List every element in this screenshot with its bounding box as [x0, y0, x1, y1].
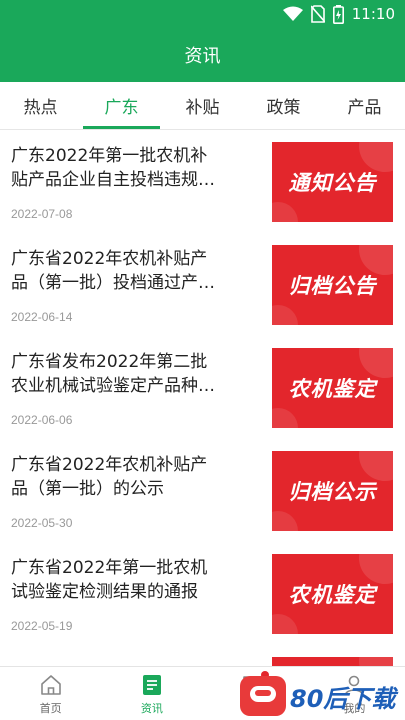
news-thumbnail: 通知公告 — [272, 142, 393, 222]
news-thumbnail: 农机鉴定 — [272, 554, 393, 634]
no-sim-icon — [310, 5, 325, 23]
status-bar: 11:10 — [0, 0, 405, 28]
news-title-line: 广东2022年第一批农机补 — [11, 146, 208, 166]
tab-subsidy[interactable]: 补贴 — [162, 82, 243, 129]
news-date: 2022-05-30 — [11, 516, 73, 530]
news-date: 2022-07-08 — [11, 207, 73, 221]
news-title: 广东省2022年农机补贴产 品（第一批）投档通过产… — [11, 247, 259, 295]
thumbnail-text: 农机鉴定 — [288, 583, 377, 607]
thumbnail-text: 归档公告 — [288, 274, 377, 298]
news-title-line: 品（第一批）投档通过产… — [11, 273, 215, 293]
news-list: 广东2022年第一批农机补 贴产品企业自主投档违规… 2022-07-08 通知… — [0, 131, 405, 666]
news-title-line: 广东省2022年农机补贴产 — [11, 455, 208, 475]
thumbnail-text: 农机鉴定 — [288, 377, 377, 401]
news-item[interactable]: 广东省发布2022年第二批 农业机械试验鉴定产品种… 2022-06-06 农机… — [0, 337, 405, 440]
news-title-line: 试验鉴定检测结果的通报 — [11, 582, 198, 602]
news-date: 2022-06-06 — [11, 413, 73, 427]
news-thumbnail: 农机鉴定 — [272, 348, 393, 428]
news-title-line: 农业机械试验鉴定产品种… — [11, 376, 215, 396]
category-tabs: 热点 广东 补贴 政策 产品 — [0, 82, 405, 130]
wifi-icon — [282, 6, 303, 21]
news-icon — [142, 675, 161, 695]
page-title: 资讯 — [184, 46, 221, 67]
tab-guangdong[interactable]: 广东 — [81, 82, 162, 129]
app-bar: 资讯 — [0, 28, 405, 82]
news-thumbnail — [272, 657, 393, 666]
tab-policy[interactable]: 政策 — [243, 82, 324, 129]
news-title-line: 广东省2022年第一批农机 — [11, 558, 208, 578]
nav-home[interactable]: 首页 — [0, 667, 101, 720]
news-title: 广东省发布2022年第二批 农业机械试验鉴定产品种… — [11, 350, 259, 398]
news-date: 2022-05-19 — [11, 619, 73, 633]
battery-charging-icon — [332, 4, 344, 24]
tab-hot[interactable]: 热点 — [0, 82, 81, 129]
watermark: 80后下载 — [240, 672, 405, 720]
thumbnail-text: 通知公告 — [288, 171, 377, 195]
status-time: 11:10 — [351, 5, 395, 23]
news-title-line: 贴产品企业自主投档违规… — [11, 170, 215, 190]
news-title-line: 品（第一批）的公示 — [11, 479, 164, 499]
news-title: 广东省2022年农机补贴产 品（第一批）的公示 — [11, 453, 259, 501]
news-item[interactable]: 广东省2022年第一批农机 试验鉴定检测结果的通报 2022-05-19 农机鉴… — [0, 543, 405, 646]
news-title: 广东省2022年第一批农机 试验鉴定检测结果的通报 — [11, 556, 259, 604]
home-icon — [40, 675, 61, 695]
watermark-logo-icon — [240, 676, 286, 716]
news-date: 2022-06-14 — [11, 310, 73, 324]
news-item[interactable]: 广东2022年第一批农机补 贴产品企业自主投档违规… 2022-07-08 通知… — [0, 131, 405, 234]
news-title-line: 广东省发布2022年第二批 — [11, 352, 208, 372]
news-title-line: 广东省2022年农机补贴产 — [11, 249, 208, 269]
thumbnail-text: 归档公示 — [288, 480, 377, 504]
nav-news[interactable]: 资讯 — [101, 667, 202, 720]
nav-home-label: 首页 — [39, 702, 62, 715]
tab-product[interactable]: 产品 — [324, 82, 405, 129]
nav-news-label: 资讯 — [140, 702, 163, 715]
status-icons: 11:10 — [282, 4, 395, 24]
news-item-partial[interactable] — [0, 646, 405, 666]
news-item[interactable]: 广东省2022年农机补贴产 品（第一批）的公示 2022-05-30 归档公示 — [0, 440, 405, 543]
news-thumbnail: 归档公示 — [272, 451, 393, 531]
news-item[interactable]: 广东省2022年农机补贴产 品（第一批）投档通过产… 2022-06-14 归档… — [0, 234, 405, 337]
news-thumbnail: 归档公告 — [272, 245, 393, 325]
watermark-text: 80后下载 — [290, 684, 396, 713]
news-title: 广东2022年第一批农机补 贴产品企业自主投档违规… — [11, 144, 259, 192]
